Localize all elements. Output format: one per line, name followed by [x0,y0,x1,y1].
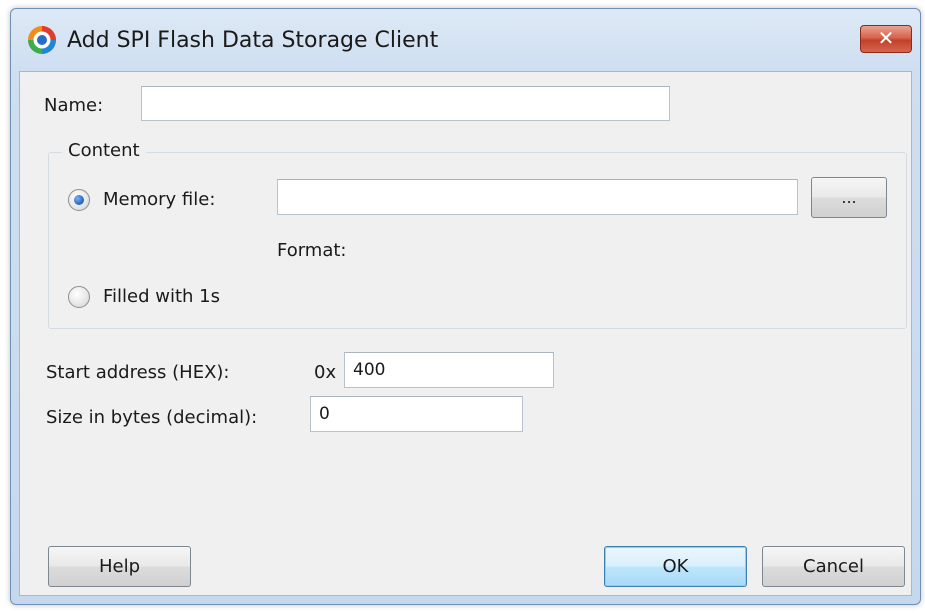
memory-file-radio[interactable] [68,189,90,211]
close-icon: ✕ [877,26,895,50]
hex-prefix-label: 0x [314,362,337,383]
content-group-label: Content [62,140,146,161]
filled-with-ones-label[interactable]: Filled with 1s [103,286,220,307]
radio-selected-indicator [74,195,84,205]
help-button[interactable]: Help [48,546,191,587]
start-address-field[interactable] [344,352,554,388]
name-label: Name: [44,95,104,116]
start-address-label: Start address (HEX): [46,362,230,383]
app-logo-icon [28,26,56,54]
dialog-body: Name: Content Memory file: ... Format: F… [19,71,912,596]
cancel-button-label: Cancel [803,556,864,577]
ok-button-label: OK [662,556,689,577]
title-bar[interactable]: Add SPI Flash Data Storage Client ✕ [11,9,920,69]
size-label: Size in bytes (decimal): [46,407,258,428]
memory-file-field[interactable] [277,179,798,215]
filled-with-ones-radio[interactable] [68,286,90,308]
memory-file-label[interactable]: Memory file: [103,189,215,210]
browse-button-label: ... [841,187,857,207]
window-title: Add SPI Flash Data Storage Client [67,28,439,53]
cancel-button[interactable]: Cancel [762,546,905,587]
help-button-label: Help [98,556,141,577]
dialog-window: Add SPI Flash Data Storage Client ✕ Name… [10,8,921,605]
size-field[interactable] [310,396,523,432]
close-button[interactable]: ✕ [860,25,912,53]
browse-button[interactable]: ... [811,177,887,218]
format-label: Format: [277,240,347,261]
ok-button[interactable]: OK [604,546,747,587]
name-field[interactable] [141,86,670,121]
